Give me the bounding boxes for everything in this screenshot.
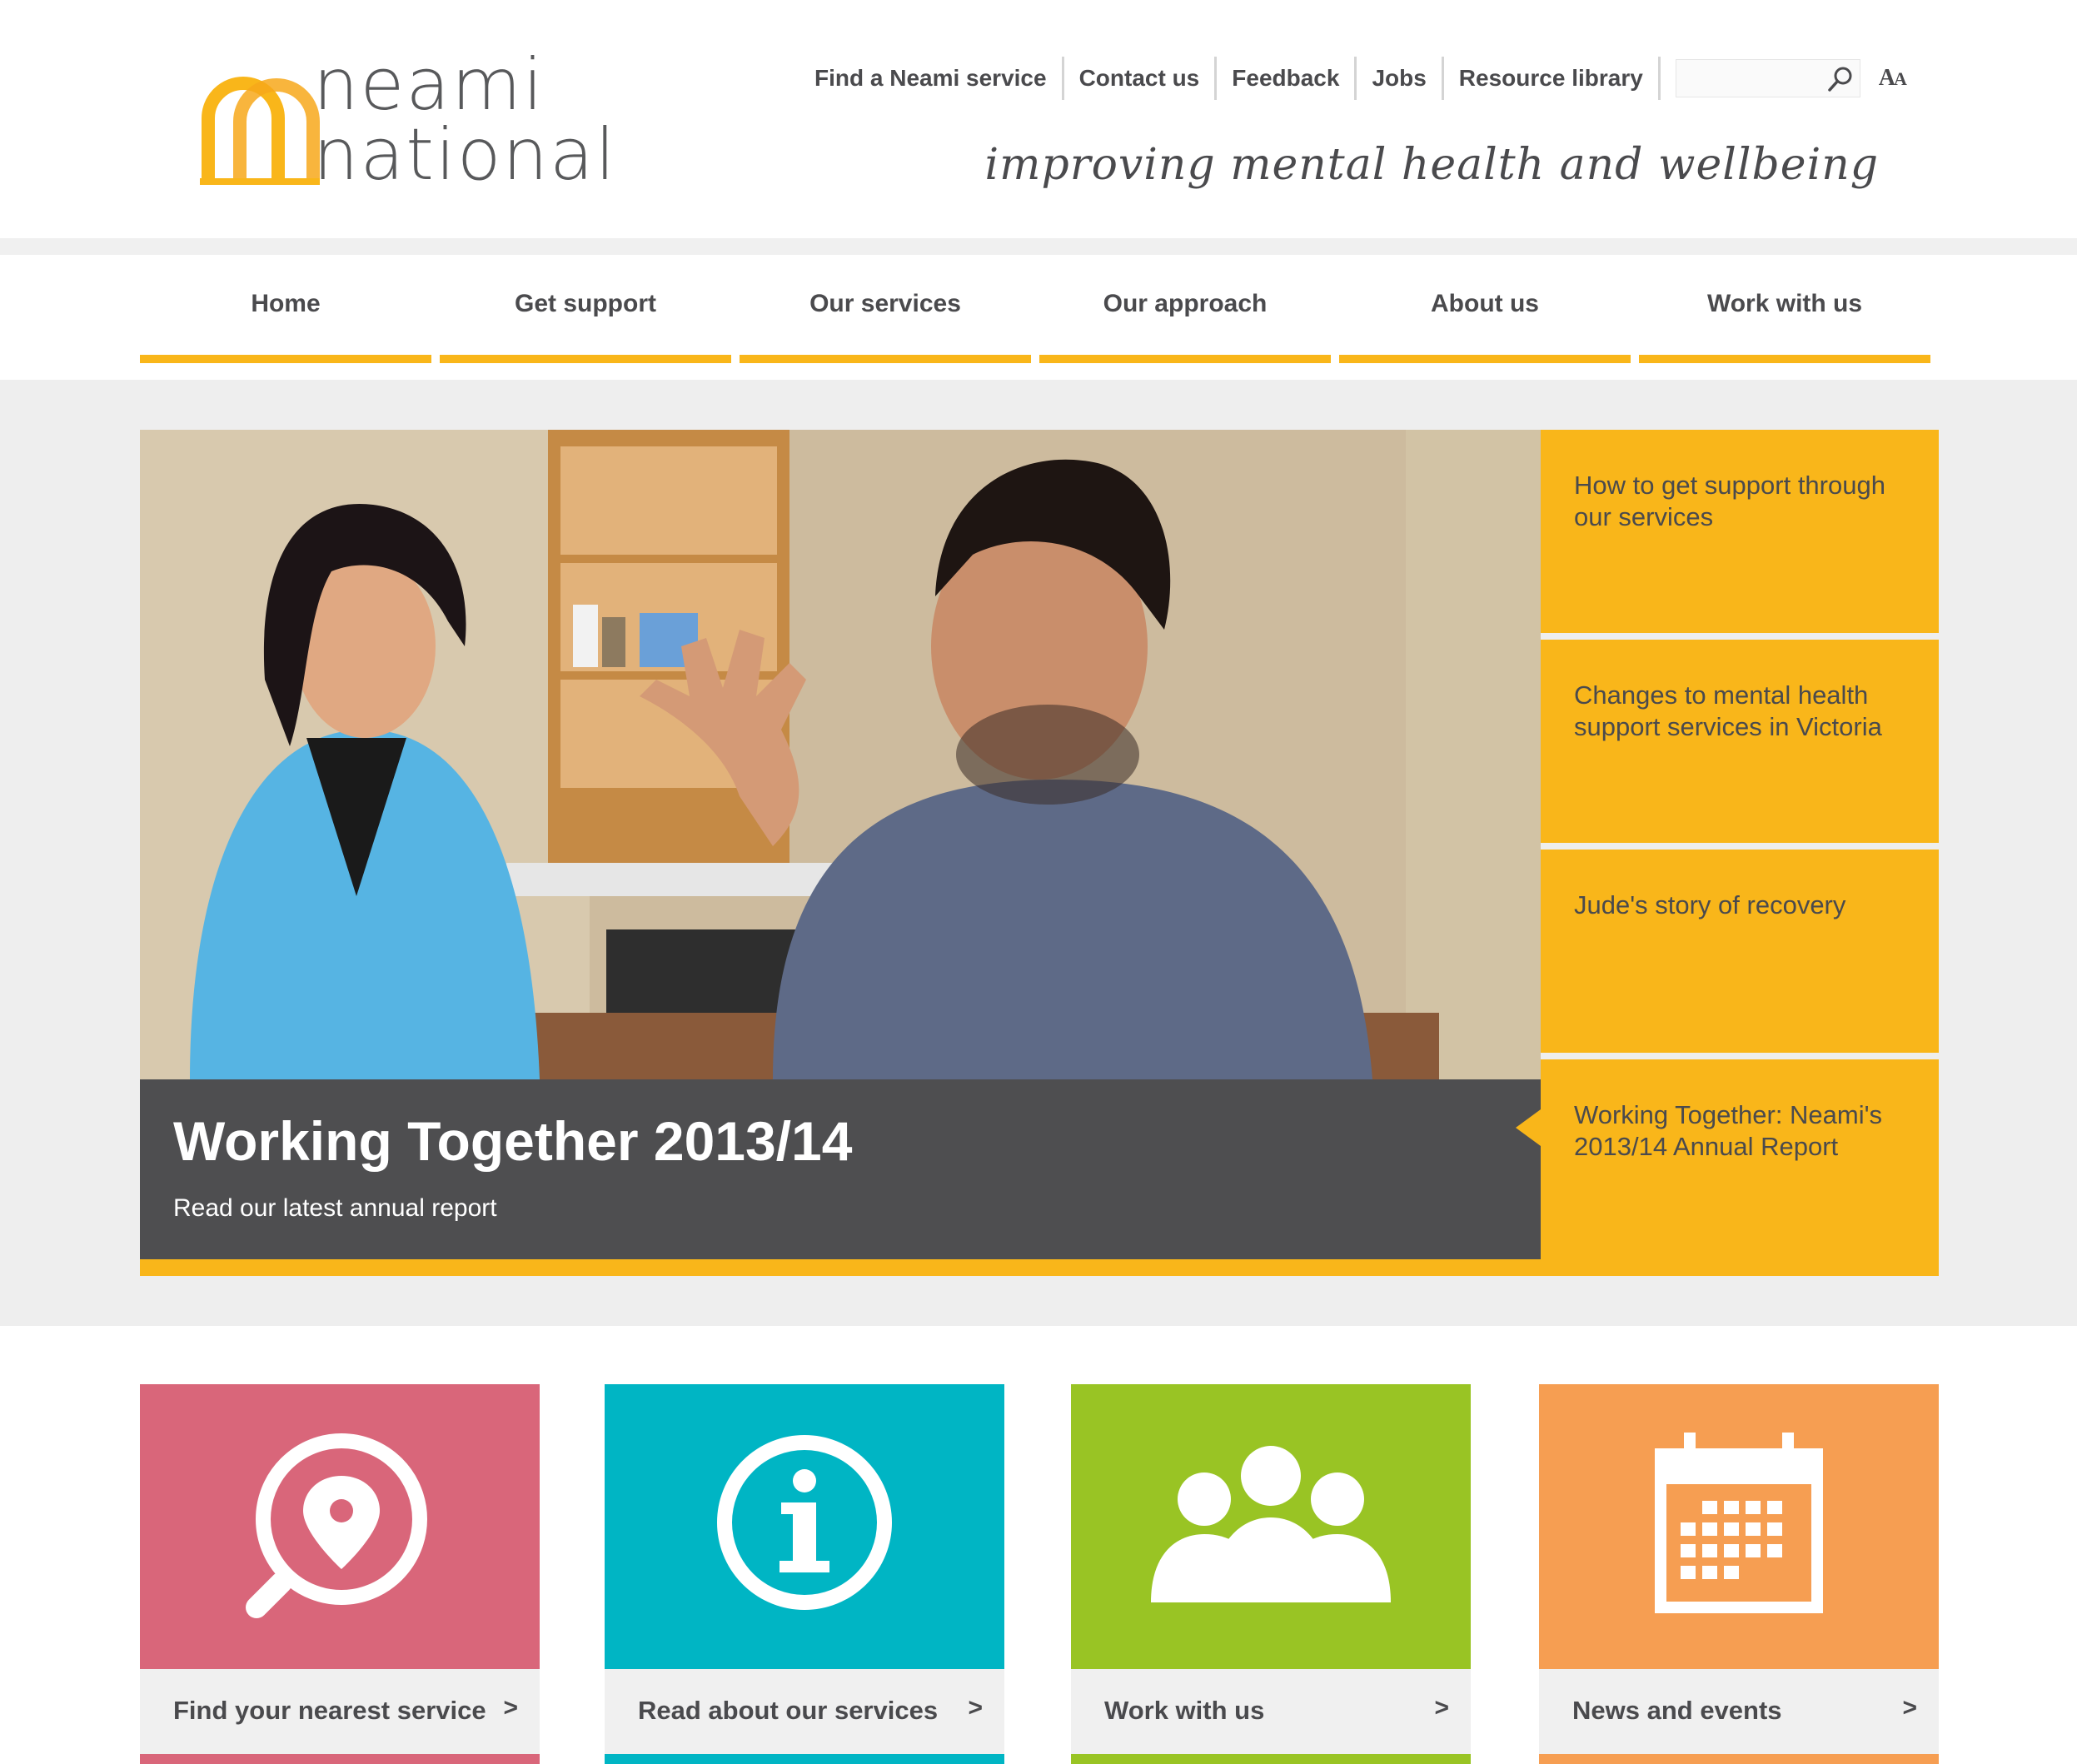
tile-footer: Find your nearest service > <box>140 1669 540 1754</box>
location-search-icon <box>246 1433 427 1618</box>
nav-item-get-support[interactable]: Get support <box>440 255 731 363</box>
site-header: neami national Find a Neami service Cont… <box>0 0 2077 238</box>
tile-footer: Read about our services > <box>605 1669 1004 1754</box>
util-link-resource-library[interactable]: Resource library <box>1444 57 1661 100</box>
tile-label: News and events <box>1572 1696 1782 1725</box>
utility-nav: Find a Neami service Contact us Feedback… <box>799 55 1907 102</box>
tile-label: Read about our services <box>638 1696 939 1725</box>
nav-label: Get support <box>515 290 656 317</box>
hero-photo-illustration <box>140 430 1541 1079</box>
info-icon <box>717 1435 892 1610</box>
tile-strip <box>605 1754 1004 1764</box>
hero-tab-annual-report[interactable]: Working Together: Neami's 2013/14 Annual… <box>1516 1059 1939 1259</box>
chevron-right-icon: > <box>1434 1694 1449 1722</box>
hero-subtitle[interactable]: Read our latest annual report <box>173 1194 497 1223</box>
tile-find-service[interactable]: Find your nearest service > <box>140 1384 540 1764</box>
main-nav: Home Get support Our services Our approa… <box>140 255 1932 363</box>
hero-carousel: Working Together 2013/14 Read our latest… <box>140 430 1939 1276</box>
hero-title: Working Together 2013/14 <box>173 1110 853 1172</box>
tile-image <box>1071 1384 1471 1669</box>
people-group-icon <box>1151 1446 1391 1602</box>
nav-label: Work with us <box>1706 290 1863 317</box>
nav-label: About us <box>1431 290 1539 317</box>
tile-footer: News and events > <box>1539 1669 1939 1754</box>
nav-item-our-services[interactable]: Our services <box>740 255 1031 363</box>
tile-strip <box>140 1754 540 1764</box>
header-divider <box>0 238 2077 255</box>
font-size-small: A <box>1894 68 1907 89</box>
nav-label: Our services <box>809 290 961 317</box>
tile-news-events[interactable]: News and events > <box>1539 1384 1939 1764</box>
nav-label: Our approach <box>1103 290 1268 317</box>
tile-image <box>605 1384 1004 1669</box>
tile-label: Find your nearest service <box>173 1696 486 1725</box>
font-size-large: A <box>1878 65 1895 91</box>
tile-work-with-us[interactable]: Work with us > <box>1071 1384 1471 1764</box>
nav-item-our-approach[interactable]: Our approach <box>1039 255 1331 363</box>
hero-tab-victoria-changes[interactable]: Changes to mental health support service… <box>1541 640 1939 843</box>
font-size-toggle[interactable]: AA <box>1878 65 1907 92</box>
tile-image <box>140 1384 540 1669</box>
tile-read-services[interactable]: Read about our services > <box>605 1384 1004 1764</box>
site-tagline: improving mental health and wellbeing <box>984 140 1879 190</box>
search-icon[interactable] <box>1826 65 1855 93</box>
page: neami national Find a Neami service Cont… <box>0 0 2077 1764</box>
hero-photo[interactable] <box>140 430 1541 1079</box>
nav-label: Home <box>251 290 321 317</box>
util-link-feedback[interactable]: Feedback <box>1217 57 1357 100</box>
logo-line-2: national <box>313 113 617 197</box>
neami-national-logo[interactable]: neami national <box>197 49 646 198</box>
hero-tab-get-support[interactable]: How to get support through our services <box>1541 430 1939 633</box>
tile-strip <box>1071 1754 1471 1764</box>
chevron-right-icon: > <box>503 1694 518 1722</box>
logo-line-1: neami <box>313 43 545 127</box>
tile-strip <box>1539 1754 1939 1764</box>
chevron-right-icon: > <box>1902 1694 1917 1722</box>
search-input[interactable] <box>1676 60 1835 95</box>
calendar-icon <box>1655 1433 1823 1613</box>
nav-item-about-us[interactable]: About us <box>1339 255 1631 363</box>
nav-item-home[interactable]: Home <box>140 255 431 363</box>
hero-caption[interactable]: Working Together 2013/14 Read our latest… <box>140 1079 1541 1259</box>
nav-item-work-with-us[interactable]: Work with us <box>1639 255 1930 363</box>
util-link-jobs[interactable]: Jobs <box>1357 57 1444 100</box>
logo-wordmark: neami national <box>313 43 617 197</box>
tile-image <box>1539 1384 1939 1669</box>
hero-tab-list: How to get support through our services … <box>1516 430 1939 1259</box>
search-box <box>1675 59 1860 97</box>
util-link-find-service[interactable]: Find a Neami service <box>799 57 1064 100</box>
chevron-right-icon: > <box>968 1694 983 1722</box>
tile-label: Work with us <box>1104 1696 1265 1725</box>
hero-tab-judes-story[interactable]: Jude's story of recovery <box>1541 850 1939 1053</box>
tile-footer: Work with us > <box>1071 1669 1471 1754</box>
util-link-contact[interactable]: Contact us <box>1064 57 1218 100</box>
logo-arch-icon <box>200 77 320 185</box>
hero-accent-bar <box>140 1259 1939 1276</box>
